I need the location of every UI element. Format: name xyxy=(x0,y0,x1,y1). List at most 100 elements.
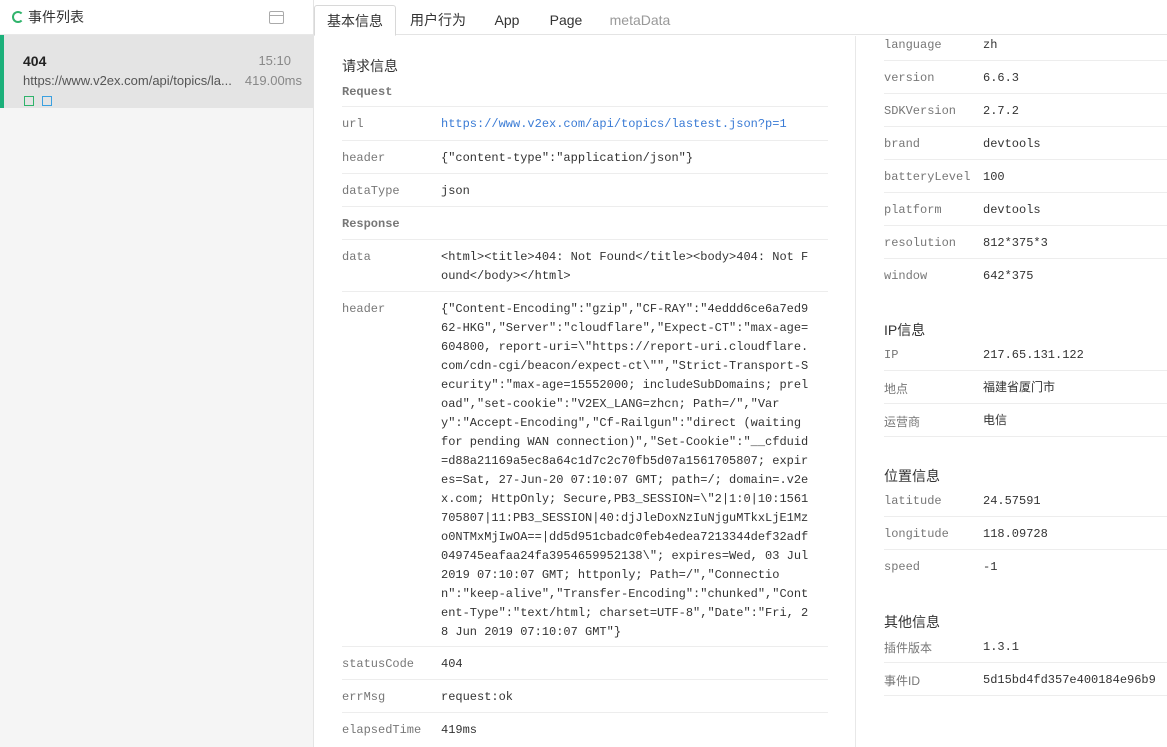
device-value: 6.6.3 xyxy=(983,71,1020,85)
device-value: devtools xyxy=(983,203,1041,217)
datatype-key: dataType xyxy=(342,184,400,198)
tab-basic-info[interactable]: 基本信息 xyxy=(314,5,396,36)
response-header-key: header xyxy=(342,302,386,316)
row-platform: platform devtools xyxy=(884,193,1167,226)
datatype-value: json xyxy=(441,184,470,198)
location-value: 福建省厦门市 xyxy=(983,380,1056,394)
event-tags xyxy=(24,96,52,106)
request-panel: 请求信息 Request url https://www.v2ex.com/ap… xyxy=(314,36,856,747)
location-section-title: 位置信息 xyxy=(884,468,940,484)
errmsg-value: request:ok xyxy=(441,690,514,704)
ip-key: IP xyxy=(884,348,899,362)
row-ip: IP 217.65.131.122 xyxy=(884,338,1167,371)
device-tag-icon xyxy=(42,96,52,106)
row-latitude: latitude 24.57591 xyxy=(884,484,1167,517)
row-location: 地点 福建省厦门市 xyxy=(884,371,1167,404)
request-label-row: Request xyxy=(342,78,828,107)
row-response-header: header {"Content-Encoding":"gzip","CF-RA… xyxy=(342,292,828,647)
refresh-icon[interactable] xyxy=(12,11,24,23)
status-code-key: statusCode xyxy=(342,657,415,671)
request-label: Request xyxy=(342,85,393,99)
device-key: batteryLevel xyxy=(884,170,971,184)
tab-metadata[interactable]: metaData xyxy=(603,5,677,36)
row-longitude: longitude 118.09728 xyxy=(884,517,1167,550)
row-resolution: resolution 812*375*3 xyxy=(884,226,1167,259)
device-key: SDKVersion xyxy=(884,104,957,118)
row-isp: 运营商 电信 xyxy=(884,404,1167,437)
longitude-key: longitude xyxy=(884,527,949,541)
row-data: data <html><title>404: Not Found</title>… xyxy=(342,240,828,292)
speed-value: -1 xyxy=(983,560,998,574)
row-datatype: dataType json xyxy=(342,174,828,207)
tab-app[interactable]: App xyxy=(482,5,532,36)
row-brand: brand devtools xyxy=(884,127,1167,160)
row-speed: speed -1 xyxy=(884,550,1167,583)
data-value: <html><title>404: Not Found</title><body… xyxy=(441,250,809,283)
tab-page[interactable]: Page xyxy=(541,5,591,36)
network-tag-icon xyxy=(24,96,34,106)
device-value: 642*375 xyxy=(983,269,1034,283)
speed-key: speed xyxy=(884,560,921,574)
event-id-key: 事件ID xyxy=(884,674,921,688)
event-url: https://www.v2ex.com/api/topics/la... xyxy=(23,73,232,88)
isp-key: 运营商 xyxy=(884,415,921,429)
event-duration: 419.00ms xyxy=(244,73,302,88)
device-key: language xyxy=(884,38,942,52)
device-value: 100 xyxy=(983,170,1005,184)
location-key: 地点 xyxy=(884,382,909,396)
row-sdkversion: SDKVersion 2.7.2 xyxy=(884,94,1167,127)
device-value: 812*375*3 xyxy=(983,236,1048,250)
event-time: 15:10 xyxy=(258,53,291,68)
request-section-title: 请求信息 xyxy=(342,58,398,74)
row-version: version 6.6.3 xyxy=(884,61,1167,94)
sidebar-header: 事件列表 xyxy=(0,0,313,35)
row-battery: batteryLevel 100 xyxy=(884,160,1167,193)
row-plugin-version: 插件版本 1.3.1 xyxy=(884,630,1167,663)
row-language: language zh xyxy=(884,28,1167,61)
device-value: zh xyxy=(983,38,998,52)
device-key: platform xyxy=(884,203,942,217)
row-event-id: 事件ID 5d15bd4fd357e400184e96b9 xyxy=(884,663,1167,696)
calendar-icon[interactable] xyxy=(269,11,284,24)
longitude-value: 118.09728 xyxy=(983,527,1048,541)
device-value: 2.7.2 xyxy=(983,104,1020,118)
device-key: resolution xyxy=(884,236,957,250)
device-key: window xyxy=(884,269,928,283)
row-url: url https://www.v2ex.com/api/topics/last… xyxy=(342,107,828,141)
plugin-version-value: 1.3.1 xyxy=(983,640,1020,654)
event-list-item[interactable]: 404 15:10 https://www.v2ex.com/api/topic… xyxy=(0,35,313,108)
url-key: url xyxy=(342,117,364,131)
data-key: data xyxy=(342,250,371,264)
status-code-value: 404 xyxy=(441,657,463,671)
ip-section-title: IP信息 xyxy=(884,322,926,338)
event-status-code: 404 xyxy=(23,53,47,69)
device-value: devtools xyxy=(983,137,1041,151)
row-window: window 642*375 xyxy=(884,259,1167,292)
tab-user-behavior[interactable]: 用户行为 xyxy=(402,5,474,36)
isp-value: 电信 xyxy=(983,413,1008,427)
elapsed-time-value: 419ms xyxy=(441,723,478,737)
device-key: version xyxy=(884,71,935,85)
latitude-value: 24.57591 xyxy=(983,494,1041,508)
event-id-value: 5d15bd4fd357e400184e96b9 xyxy=(983,673,1156,687)
errmsg-key: errMsg xyxy=(342,690,386,704)
header-key: header xyxy=(342,151,386,165)
other-section-title: 其他信息 xyxy=(884,614,940,630)
row-elapsed-time: elapsedTime 419ms xyxy=(342,713,828,746)
latitude-key: latitude xyxy=(884,494,942,508)
row-errmsg: errMsg request:ok xyxy=(342,680,828,713)
device-key: brand xyxy=(884,137,921,151)
row-header: header {"content-type":"application/json… xyxy=(342,141,828,174)
response-label-row: Response xyxy=(342,207,828,240)
response-label: Response xyxy=(342,217,400,231)
event-sidebar: 事件列表 404 15:10 https://www.v2ex.com/api/… xyxy=(0,0,314,747)
response-header-value: {"Content-Encoding":"gzip","CF-RAY":"4ed… xyxy=(441,302,816,639)
ip-value: 217.65.131.122 xyxy=(983,348,1084,362)
header-value: {"content-type":"application/json"} xyxy=(441,151,694,165)
sidebar-title: 事件列表 xyxy=(28,9,84,25)
url-value[interactable]: https://www.v2ex.com/api/topics/lastest.… xyxy=(441,115,813,134)
elapsed-time-key: elapsedTime xyxy=(342,723,422,737)
plugin-version-key: 插件版本 xyxy=(884,641,933,655)
device-info-panel: language zh version 6.6.3 SDKVersion 2.7… xyxy=(857,36,1167,747)
row-status-code: statusCode 404 xyxy=(342,647,828,680)
